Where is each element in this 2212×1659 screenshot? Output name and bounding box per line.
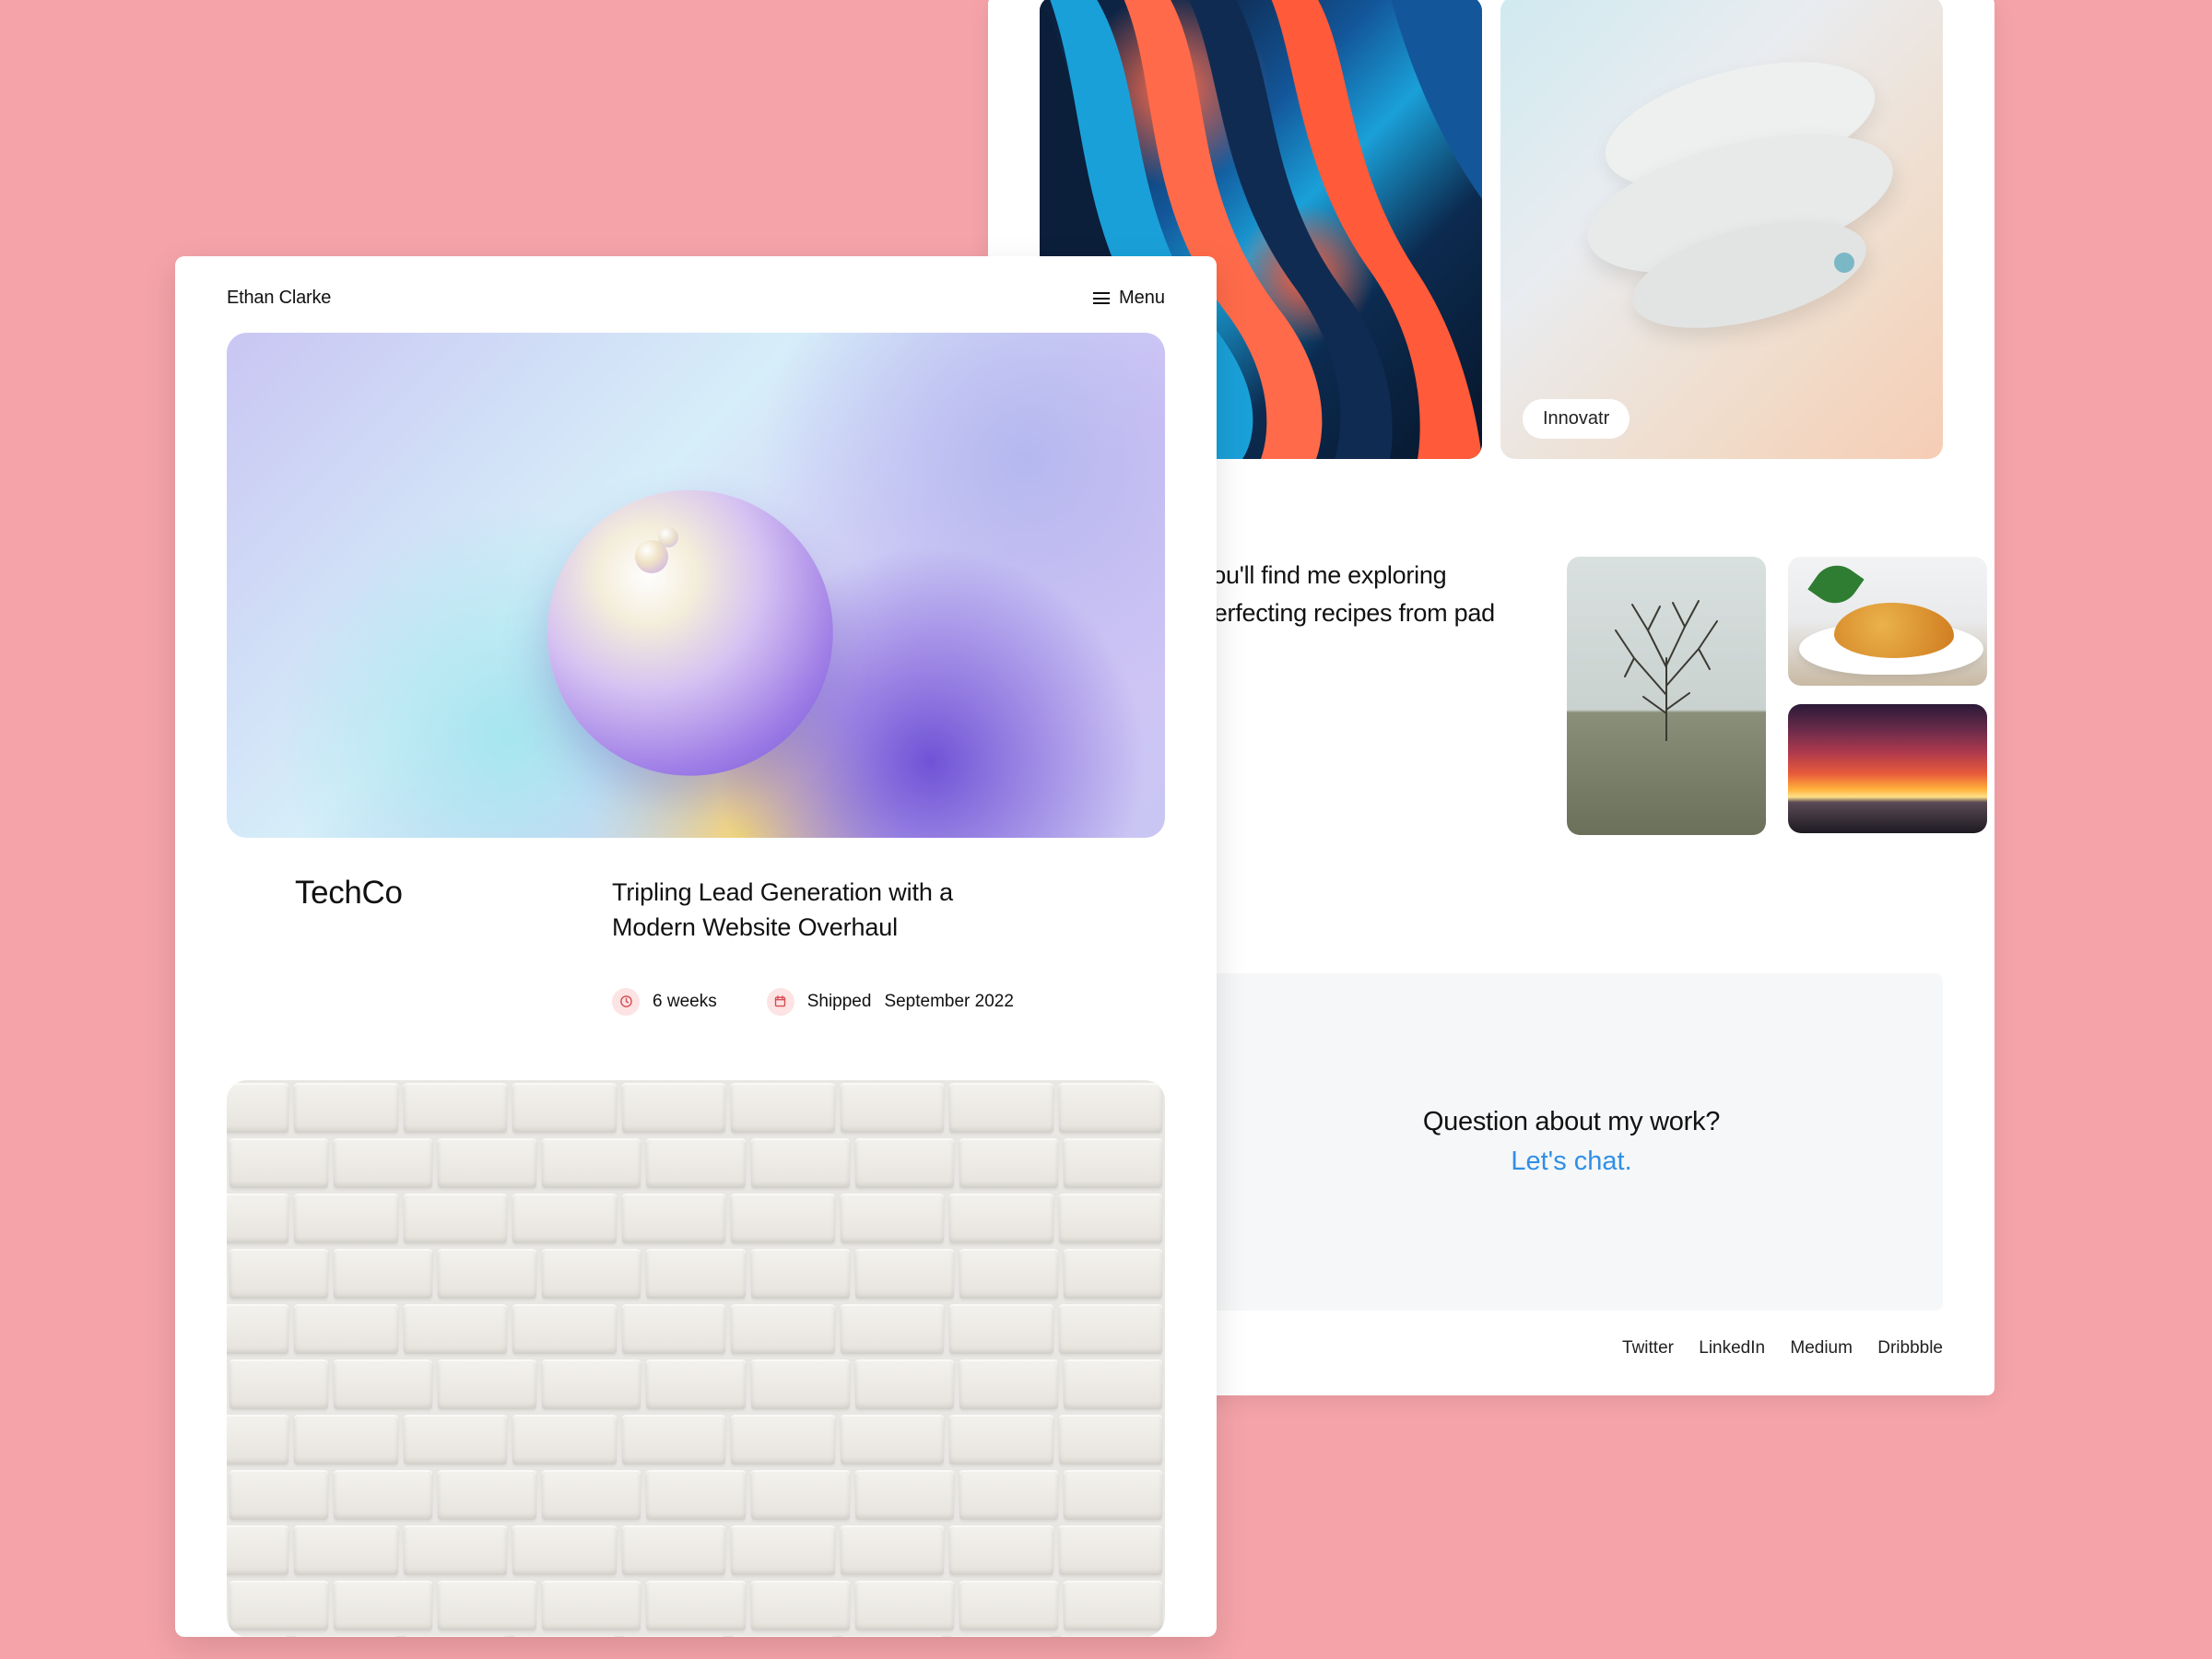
about-line-2: perfecting recipes from pad [1200,599,1495,627]
thumb-food[interactable] [1788,557,1987,686]
site-header: Ethan Clarke Menu [227,288,1165,333]
meta-duration-value: 6 weeks [653,992,717,1012]
gradient-orb-icon [547,490,833,776]
about-line-1: you'll find me exploring [1200,561,1446,589]
meta-duration: 6 weeks [612,988,717,1016]
case-client-name: TechCo [295,875,546,1016]
menu-label: Menu [1119,288,1165,309]
case-study-card: Ethan Clarke Menu TechCo Tripling Lead G… [175,256,1217,1637]
project-tag-pill: Innovatr [1523,399,1630,439]
thumb-tree[interactable] [1567,557,1766,835]
case-meta-row: 6 weeks Shipped September 2022 [612,946,1165,1016]
meta-shipped-label: Shipped [807,992,872,1012]
thumb-sunset[interactable] [1788,704,1987,833]
meta-shipped: Shipped September 2022 [767,988,1014,1016]
leaf-garnish-icon [1807,557,1864,613]
social-link-medium[interactable]: Medium [1790,1338,1853,1358]
dot-accent-icon [1834,253,1854,273]
brick-wall-icon [227,1080,1165,1637]
cta-chat-link[interactable]: Let's chat. [1511,1147,1631,1177]
contact-cta: Question about my work? Let's chat. [1200,973,1943,1311]
menu-button[interactable]: Menu [1093,288,1165,309]
bare-tree-icon [1597,594,1735,741]
social-link-dribbble[interactable]: Dribbble [1877,1338,1943,1358]
about-thumbnail-row [1567,557,1987,835]
cta-question: Question about my work? [1423,1107,1720,1137]
social-link-linkedin[interactable]: LinkedIn [1699,1338,1765,1358]
case-hero-image [227,333,1165,838]
project-tile-innovatr[interactable]: Innovatr [1500,0,1943,459]
calendar-icon [767,988,794,1016]
meta-shipped-value: September 2022 [884,992,1014,1012]
site-brand[interactable]: Ethan Clarke [227,288,331,309]
about-text-fragment: you'll find me exploring perfecting reci… [1200,557,1541,631]
hamburger-icon [1093,292,1110,304]
clock-icon [612,988,640,1016]
case-title: Tripling Lead Generation with a Modern W… [612,875,1027,946]
pasta-icon [1834,603,1954,658]
case-meta: TechCo Tripling Lead Generation with a M… [227,838,1165,1041]
social-link-twitter[interactable]: Twitter [1622,1338,1674,1358]
case-secondary-image [227,1080,1165,1637]
